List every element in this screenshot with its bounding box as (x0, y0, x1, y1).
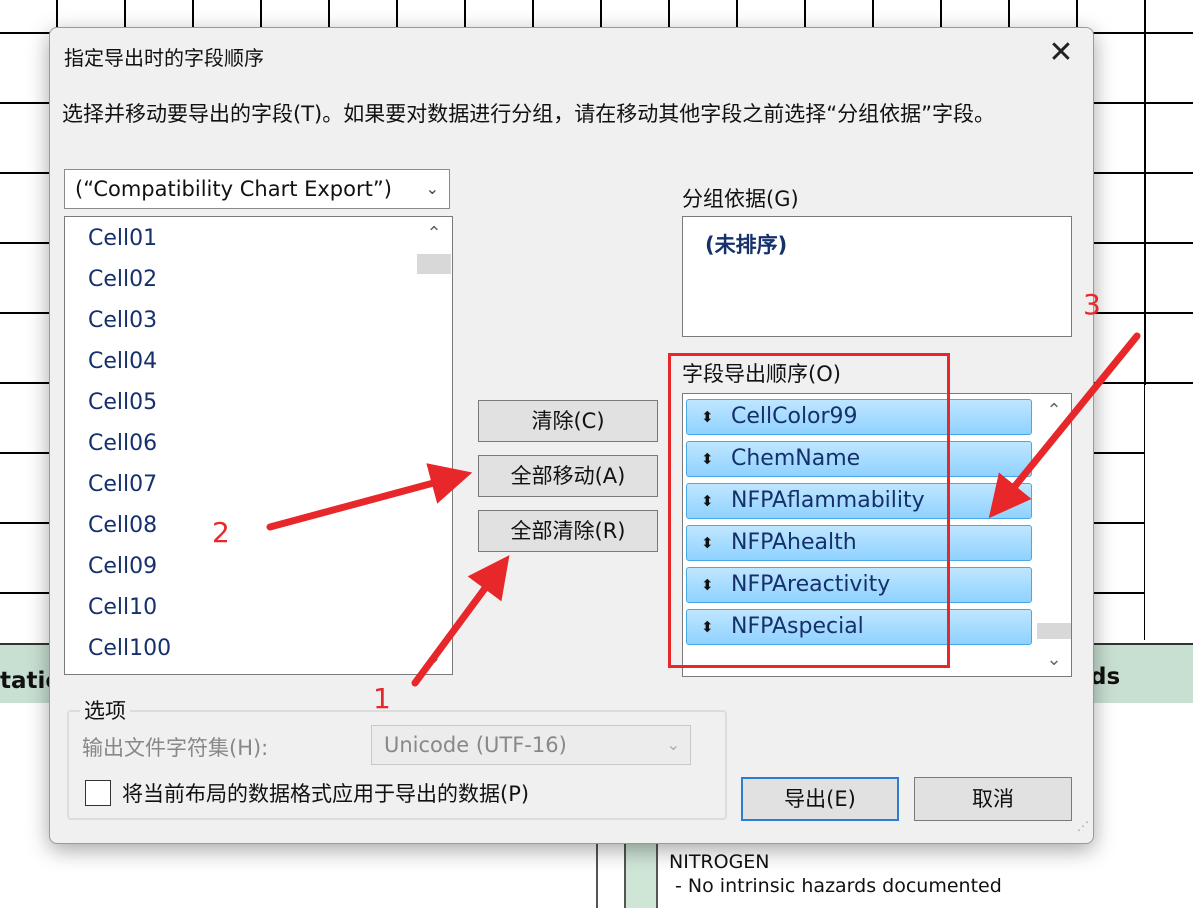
list-item[interactable]: Cell08 (88, 513, 157, 538)
list-item[interactable]: Cell01 (88, 226, 157, 251)
charset-value: Unicode (UTF-16) (384, 733, 567, 757)
source-table-select[interactable]: (“Compatibility Chart Export”) ⌄ (64, 169, 450, 209)
scroll-down-icon[interactable]: ⌄ (417, 647, 451, 668)
annotation-number-2: 2 (212, 516, 230, 549)
chevron-down-icon: ⌄ (425, 179, 439, 198)
background-detail-text: NITROGEN - No intrinsic hazards document… (669, 851, 1002, 897)
list-item[interactable]: Cell09 (88, 554, 157, 579)
list-item[interactable]: Cell06 (88, 431, 157, 456)
clear-all-button[interactable]: 全部清除(R) (478, 510, 658, 552)
background-column-strip (624, 840, 658, 908)
clear-button[interactable]: 清除(C) (478, 400, 658, 442)
resize-grip-icon[interactable]: ⋰ (1069, 819, 1089, 839)
options-label: 选项 (80, 695, 130, 725)
list-item[interactable]: Cell02 (88, 267, 157, 292)
list-item[interactable]: Cell10 (88, 595, 157, 620)
list-item[interactable]: Cell04 (88, 349, 157, 374)
list-item[interactable]: Cell05 (88, 390, 157, 415)
dialog-title: 指定导出时的字段顺序 (64, 46, 264, 70)
close-button[interactable]: ✕ (1044, 36, 1078, 70)
fields-scrollbar[interactable]: ⌃ ⌄ (417, 217, 451, 674)
cancel-button[interactable]: 取消 (914, 777, 1072, 821)
order-scrollbar[interactable]: ⌃ ⌄ (1037, 394, 1071, 676)
list-item[interactable]: Cell03 (88, 308, 157, 333)
group-by-value: (未排序) (705, 233, 788, 257)
list-item[interactable]: Cell100 (88, 636, 171, 661)
list-item[interactable]: Cell07 (88, 472, 157, 497)
apply-format-checkbox[interactable] (85, 780, 111, 806)
highlight-rectangle (668, 353, 950, 668)
scroll-down-icon[interactable]: ⌄ (1037, 649, 1071, 670)
charset-label: 输出文件字符集(H): (82, 736, 269, 760)
available-fields-list[interactable]: Cell01 Cell02 Cell03 Cell04 Cell05 Cell0… (64, 216, 453, 675)
chevron-down-icon: ⌄ (666, 735, 680, 754)
annotation-number-1: 1 (373, 682, 391, 715)
source-table-value: (“Compatibility Chart Export”) (75, 177, 392, 201)
background-header-right: ds (1090, 664, 1121, 690)
scroll-up-icon[interactable]: ⌃ (1037, 400, 1071, 421)
scrollbar-thumb[interactable] (417, 254, 451, 274)
group-by-label: 分组依据(G) (682, 187, 799, 211)
background-blank (1145, 385, 1193, 640)
annotation-number-3: 3 (1083, 288, 1101, 321)
scroll-up-icon[interactable]: ⌃ (417, 223, 451, 244)
export-button[interactable]: 导出(E) (741, 777, 899, 821)
apply-format-label[interactable]: 将当前布局的数据格式应用于导出的数据(P) (122, 778, 529, 808)
instruction-text: 选择并移动要导出的字段(T)。如果要对数据进行分组，请在移动其他字段之前选择“分… (62, 102, 995, 126)
group-by-box[interactable]: (未排序) (682, 216, 1072, 337)
scrollbar-thumb[interactable] (1037, 623, 1071, 639)
charset-select: Unicode (UTF-16) ⌄ (371, 725, 691, 765)
move-all-button[interactable]: 全部移动(A) (478, 455, 658, 497)
